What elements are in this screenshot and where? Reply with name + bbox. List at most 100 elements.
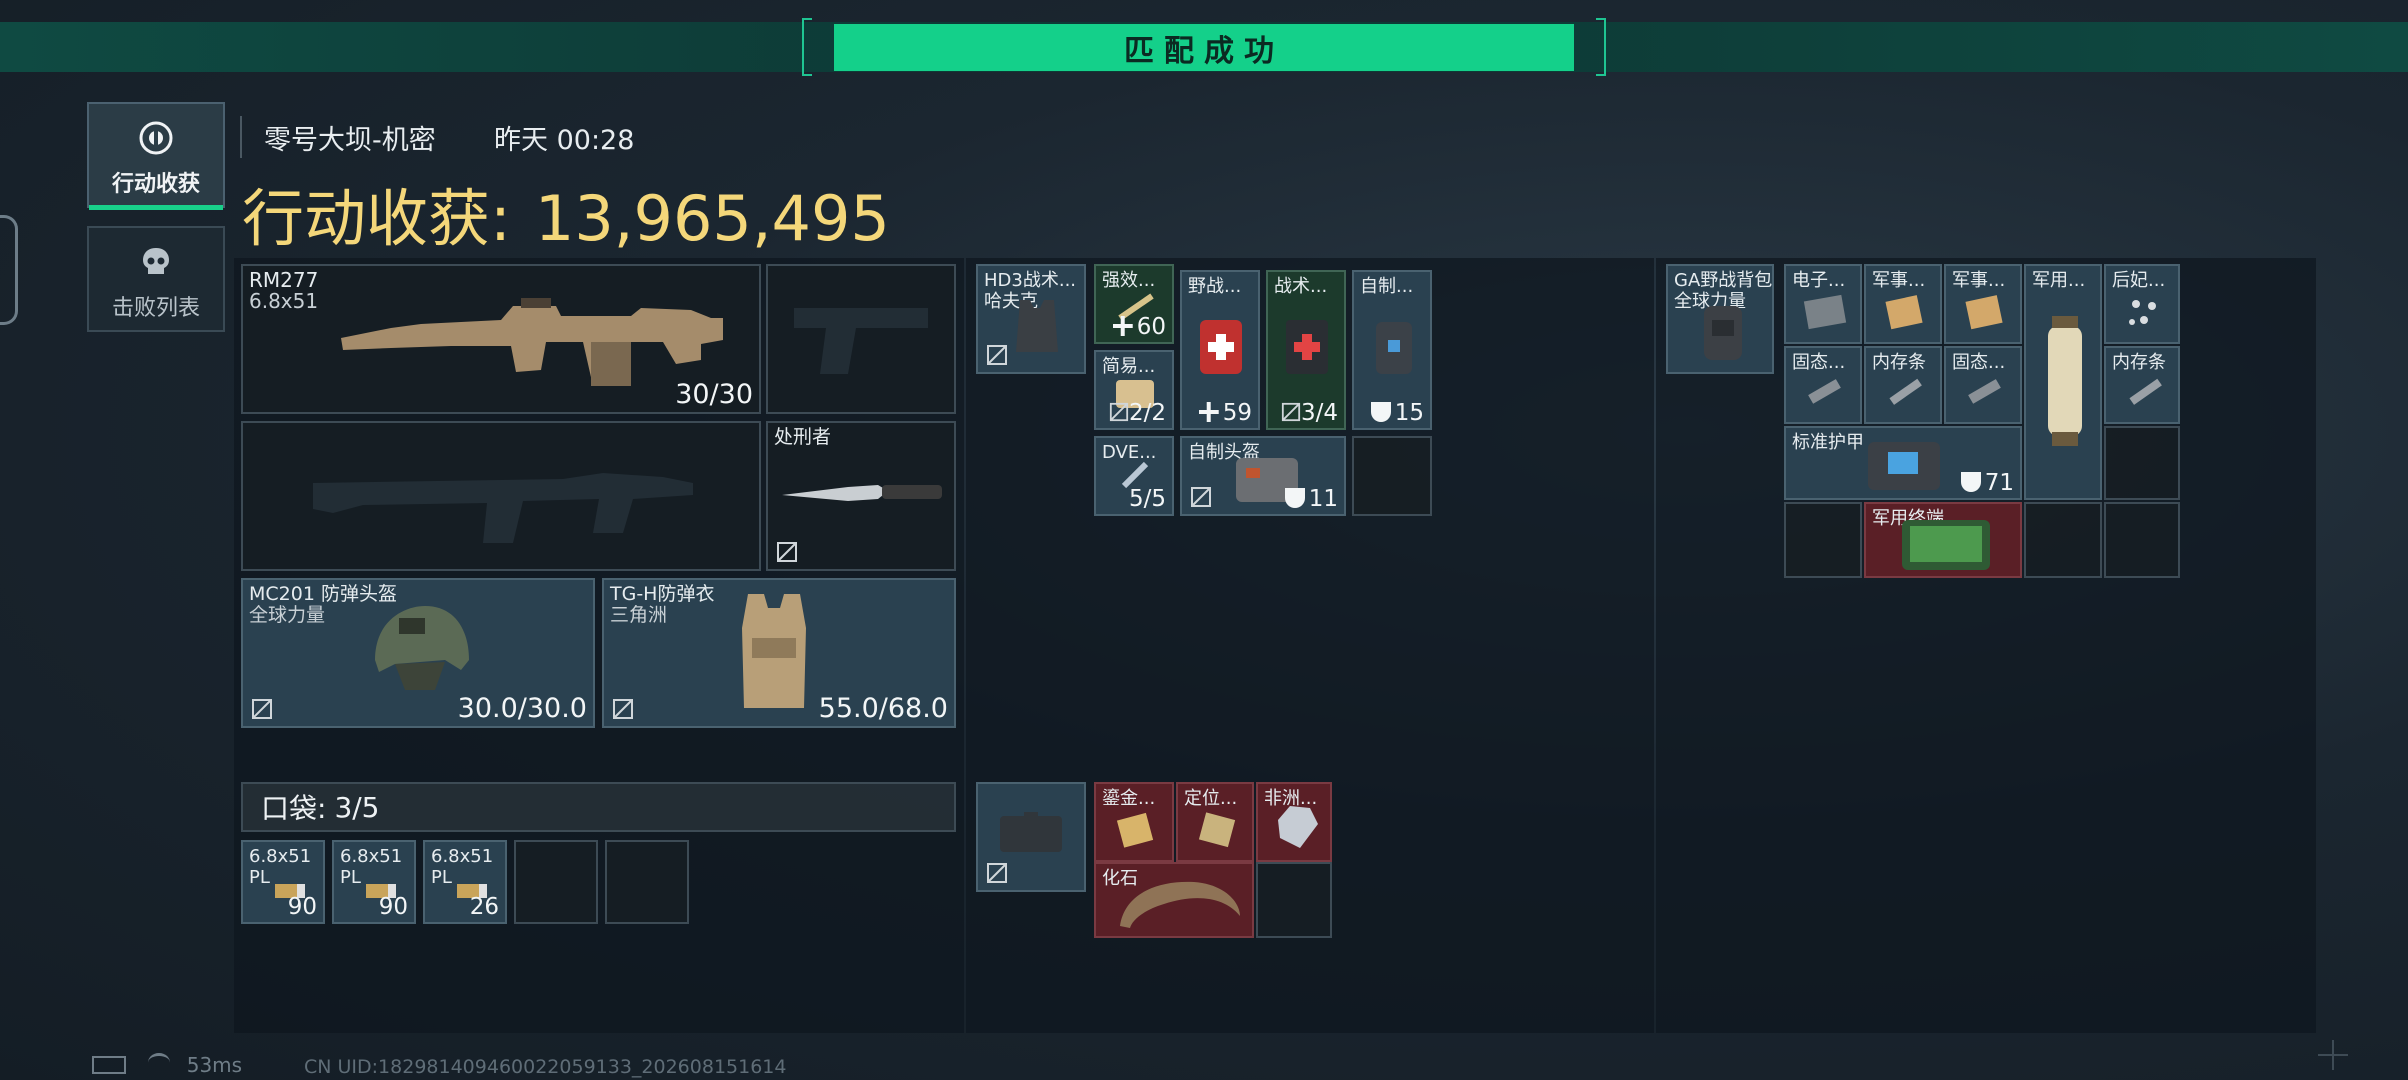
armor-plate-carrier-icon — [1868, 442, 1940, 490]
heal-icon — [1198, 402, 1219, 422]
pocket-item[interactable]: 6.8x51 PL 90 — [241, 840, 325, 924]
pocket-item[interactable]: 6.8x51 PL 90 — [332, 840, 416, 924]
tactical-medkit-icon — [1286, 320, 1328, 374]
armor-repair-icon — [1284, 488, 1305, 508]
earnings-label: 行动收获: — [242, 182, 511, 255]
banner-bracket-left — [802, 18, 812, 76]
ping-value: 53ms — [186, 1053, 243, 1077]
necklace-icon — [2129, 300, 2156, 325]
backpack-item[interactable]: 内存条 — [1864, 346, 1942, 424]
armor-durability: 55.0/68.0 — [818, 693, 948, 724]
rig-item[interactable]: 自制... 15 — [1352, 270, 1432, 430]
pistol-silhouette-icon — [794, 308, 928, 374]
backpack-empty-slot[interactable] — [2104, 426, 2180, 500]
no-drop-icon — [1281, 402, 1301, 422]
tab-loot[interactable]: 行动收获 — [87, 102, 225, 210]
secondary-primary-slot[interactable] — [241, 421, 761, 571]
backpack-empty-slot[interactable] — [2104, 502, 2180, 578]
skull-icon — [143, 248, 169, 274]
status-bar: 53ms — [92, 1053, 242, 1077]
earnings-value: 13,965,495 — [534, 182, 890, 255]
pocket-label: 口袋: — [261, 792, 327, 825]
safe-case-icon — [1000, 812, 1062, 852]
backpack-item[interactable]: 固态... — [1944, 346, 2022, 424]
lantern-icon — [2048, 316, 2082, 446]
backpack-empty-slot[interactable] — [1784, 502, 1862, 578]
wifi-icon — [148, 1053, 171, 1072]
pocket-item[interactable]: 6.8x51 PL 26 — [423, 840, 507, 924]
military-terminal-icon — [1902, 520, 1990, 570]
no-drop-icon — [252, 699, 272, 719]
armor-slot[interactable]: TG-H防弹衣 三角洲 55.0/68.0 — [602, 578, 956, 728]
case-item[interactable]: 化石 — [1094, 862, 1254, 938]
helmet-slot[interactable]: MC201 防弹头盔 全球力量 30.0/30.0 — [241, 578, 595, 728]
backpack-slot[interactable]: GA野战背包 全球力量 — [1666, 264, 1774, 374]
rig-item[interactable]: 简易... 2/2 — [1094, 350, 1174, 430]
vest-icon — [1016, 300, 1058, 352]
backpack-item[interactable]: 军用终端 — [1864, 502, 2022, 578]
side-edge-decoration — [0, 215, 18, 325]
diamond-icon — [1278, 806, 1318, 848]
case-empty-slot[interactable] — [1256, 862, 1332, 938]
safe-case-slot[interactable] — [976, 782, 1086, 892]
pocket-capacity: 3/5 — [334, 790, 380, 824]
armor-name: TG-H防弹衣 — [610, 583, 715, 605]
pouch-icon — [1376, 322, 1412, 374]
primary-weapon-ammo: 6.8x51 — [249, 289, 319, 313]
rig-item[interactable]: 强效... 60 — [1094, 264, 1174, 344]
rifle-silhouette-icon — [313, 473, 693, 543]
circuit-board-icon — [1803, 294, 1847, 330]
pocket-empty-slot[interactable] — [605, 840, 689, 924]
heal-icon — [1112, 316, 1133, 336]
locator-icon — [1198, 812, 1236, 848]
melee-slot[interactable]: 处刑者 — [766, 421, 956, 571]
case-item[interactable]: 鎏金... — [1094, 782, 1174, 862]
melee-name: 处刑者 — [774, 426, 832, 448]
backpack-item[interactable]: 军事... — [1864, 264, 1942, 344]
rig-item[interactable]: 自制头盔 11 — [1180, 436, 1346, 516]
banner-bracket-right — [1596, 18, 1606, 76]
helmet-durability: 30.0/30.0 — [457, 693, 587, 724]
helmet-icon — [375, 606, 469, 690]
tactical-vest-slot[interactable]: HD3战术... 哈夫克 — [976, 264, 1086, 374]
no-drop-icon — [613, 699, 633, 719]
backpack-item[interactable]: 内存条 — [2104, 346, 2180, 424]
military-document-icon — [1885, 295, 1923, 330]
backpack-empty-slot[interactable] — [2024, 502, 2102, 578]
tab-kill-list[interactable]: 击败列表 — [87, 226, 225, 332]
backpack-item[interactable]: 军用... — [2024, 264, 2102, 500]
no-drop-icon — [777, 542, 797, 562]
earnings-total: 行动收获: 13,965,495 — [242, 168, 890, 258]
case-item[interactable]: 定位... — [1176, 782, 1254, 862]
military-document-icon — [1965, 295, 2003, 330]
knife-icon — [782, 485, 942, 501]
rig-item[interactable]: DVE... 5/5 — [1094, 436, 1174, 516]
pocket-empty-slot[interactable] — [514, 840, 598, 924]
backpack-item[interactable]: 军事... — [1944, 264, 2022, 344]
user-uid: CN UID:182981409460022059133_20260815161… — [304, 1056, 787, 1078]
backpack-item[interactable]: 标准护甲 71 — [1784, 426, 2022, 500]
pocket-header: 口袋: 3/5 — [241, 782, 956, 832]
armor-maker: 三角洲 — [610, 604, 668, 626]
medkit-icon — [1200, 320, 1242, 374]
body-armor-icon — [742, 594, 806, 708]
primary-weapon-slot[interactable]: RM277 6.8x51 30/30 — [241, 264, 761, 414]
backpack-item[interactable]: 固态... — [1784, 346, 1862, 424]
rifle-icon — [341, 298, 723, 386]
ssd-icon — [1968, 379, 2001, 404]
plus-corner-icon — [2318, 1040, 2348, 1070]
match-time: 昨天 00:28 — [494, 125, 635, 156]
no-drop-icon — [1109, 402, 1129, 422]
backpack-item[interactable]: 后妃... — [2104, 264, 2180, 344]
secondary-weapon-slot[interactable] — [766, 264, 956, 414]
gold-card-icon — [1116, 812, 1154, 848]
rig-empty-slot[interactable] — [1352, 436, 1432, 516]
backpack-item[interactable]: 电子... — [1784, 264, 1862, 344]
tab-kill-list-label: 击败列表 — [111, 296, 200, 321]
rig-item[interactable]: 野战... 59 — [1180, 270, 1260, 430]
case-item[interactable]: 非洲... — [1256, 782, 1332, 862]
rig-item[interactable]: 战术... 3/4 — [1266, 270, 1346, 430]
armor-repair-icon — [1370, 402, 1391, 422]
match-success-banner: 匹配成功 — [834, 24, 1574, 71]
armor-repair-icon — [1960, 472, 1981, 492]
